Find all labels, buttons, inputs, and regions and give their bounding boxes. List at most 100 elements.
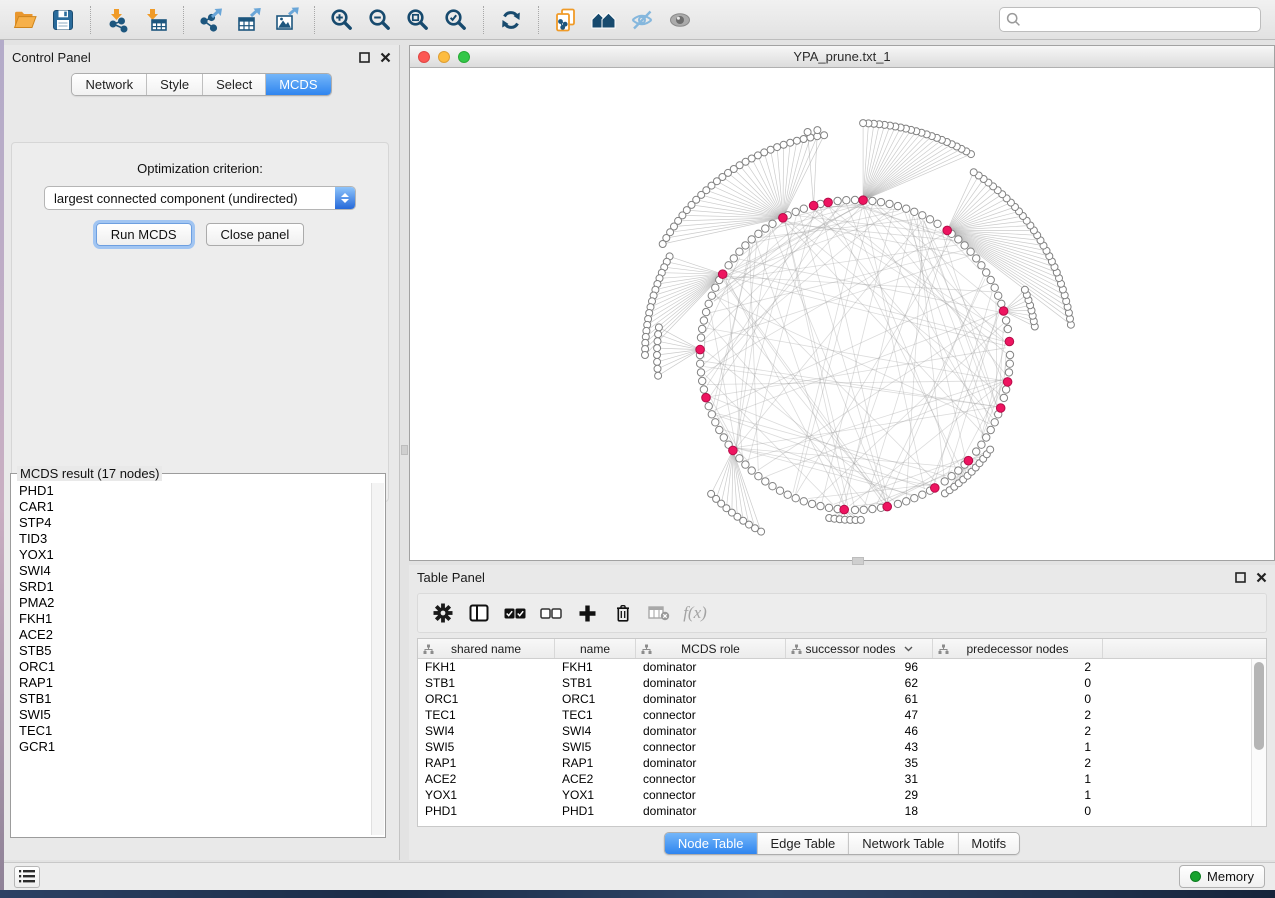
column-header-shared-name[interactable]: shared name [418,639,555,658]
mcds-list-scrollbar[interactable] [371,483,384,835]
graph-node[interactable] [742,461,749,468]
delete-column-button[interactable] [608,598,638,628]
export-table-button[interactable] [230,3,268,37]
graph-leaf-node[interactable] [774,144,781,151]
graph-node[interactable] [886,200,893,207]
graph-leaf-node[interactable] [860,120,867,127]
graph-node[interactable] [736,455,743,462]
table-row[interactable]: FKH1FKH1dominator962 [418,659,1251,675]
graph-node[interactable] [869,505,876,512]
graph-dominator-node[interactable] [809,201,818,210]
graph-node[interactable] [967,248,974,255]
close-panel-action-button[interactable]: Close panel [206,223,305,246]
tab-node-table[interactable]: Node Table [665,833,758,854]
graph-node[interactable] [736,248,743,255]
column-header-successor-nodes[interactable]: successor nodes [786,639,933,658]
graph-node[interactable] [955,467,962,474]
graph-leaf-node[interactable] [654,358,661,365]
zoom-selected-button[interactable] [437,3,475,37]
network-graph[interactable] [410,68,1274,560]
run-mcds-button[interactable]: Run MCDS [96,223,192,246]
task-history-button[interactable] [14,866,40,888]
graph-node[interactable] [808,500,815,507]
graph-dominator-node[interactable] [999,307,1008,316]
graph-node[interactable] [742,242,749,249]
column-header-mcds-role[interactable]: MCDS role [636,639,786,658]
graph-leaf-node[interactable] [758,528,765,535]
close-panel-button[interactable] [379,52,391,64]
mcds-result-item[interactable]: STP4 [19,515,371,531]
graph-node[interactable] [800,205,807,212]
first-neighbors-button[interactable] [585,3,623,37]
mcds-result-item[interactable]: TEC1 [19,723,371,739]
graph-node[interactable] [851,506,858,513]
graph-dominator-node[interactable] [931,484,940,493]
tab-network[interactable]: Network [72,74,147,95]
mcds-result-item[interactable]: YOX1 [19,547,371,563]
graph-leaf-node[interactable] [821,132,828,139]
graph-leaf-node[interactable] [655,331,662,338]
graph-leaf-node[interactable] [655,324,662,331]
mcds-result-item[interactable]: SWI5 [19,707,371,723]
graph-dominator-node[interactable] [718,270,727,279]
table-row[interactable]: YOX1YOX1connector291 [418,787,1251,803]
graph-node[interactable] [748,467,755,474]
hide-selected-button[interactable] [623,3,661,37]
graph-leaf-node[interactable] [800,136,807,143]
table-scrollbar-thumb[interactable] [1254,662,1264,750]
zoom-in-button[interactable] [323,3,361,37]
graph-node[interactable] [991,284,998,291]
save-session-button[interactable] [44,3,82,37]
graph-node[interactable] [919,212,926,219]
graph-leaf-node[interactable] [655,372,662,379]
graph-node[interactable] [1000,394,1007,401]
graph-node[interactable] [705,300,712,307]
graph-node[interactable] [817,502,824,509]
graph-node[interactable] [869,197,876,204]
graph-node[interactable] [700,386,707,393]
graph-node[interactable] [991,419,998,426]
graph-node[interactable] [730,255,737,262]
mcds-result-item[interactable]: SRD1 [19,579,371,595]
graph-node[interactable] [725,262,732,269]
graph-node[interactable] [792,495,799,502]
graph-node[interactable] [903,498,910,505]
memory-button[interactable]: Memory [1179,865,1265,888]
show-all-button[interactable] [661,3,699,37]
graph-node[interactable] [769,483,776,490]
graph-dominator-node[interactable] [1005,337,1014,346]
graph-node[interactable] [1006,360,1013,367]
tab-edge-table[interactable]: Edge Table [757,833,849,854]
graph-node[interactable] [973,448,980,455]
graph-dominator-node[interactable] [729,446,738,455]
graph-leaf-node[interactable] [793,137,800,144]
graph-dominator-node[interactable] [702,393,711,402]
mcds-result-item[interactable]: ORC1 [19,659,371,675]
graph-node[interactable] [762,478,769,485]
graph-dominator-node[interactable] [696,345,705,354]
graph-node[interactable] [1006,351,1013,358]
graph-node[interactable] [712,284,719,291]
table-row[interactable]: SWI5SWI5connector431 [418,739,1251,755]
panel-columns-button[interactable] [464,598,494,628]
graph-node[interactable] [784,491,791,498]
graph-node[interactable] [987,426,994,433]
graph-leaf-node[interactable] [1021,286,1028,293]
graph-node[interactable] [995,292,1002,299]
graph-node[interactable] [1005,369,1012,376]
mcds-result-item[interactable]: FKH1 [19,611,371,627]
graph-node[interactable] [978,441,985,448]
graph-node[interactable] [697,334,704,341]
graph-node[interactable] [776,487,783,494]
mcds-result-item[interactable]: SWI4 [19,563,371,579]
graph-node[interactable] [1002,386,1009,393]
graph-node[interactable] [843,197,850,204]
graph-node[interactable] [762,225,769,232]
select-all-button[interactable] [500,598,530,628]
mcds-result-item[interactable]: STB1 [19,691,371,707]
table-row[interactable]: STB1STB1dominator620 [418,675,1251,691]
tab-style[interactable]: Style [147,74,203,95]
graph-node[interactable] [708,292,715,299]
duplicate-network-button[interactable] [547,3,585,37]
graph-node[interactable] [697,369,704,376]
